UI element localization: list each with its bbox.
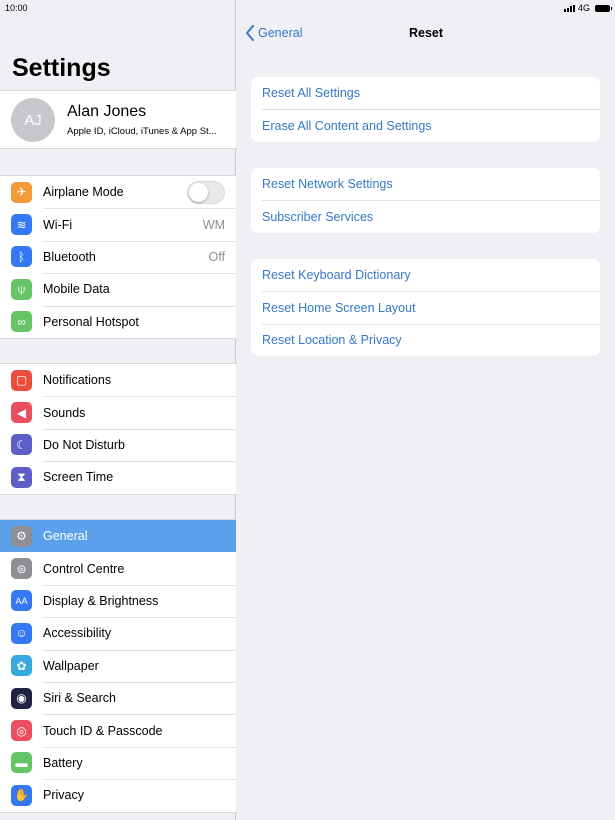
sidebar-item-bluetooth[interactable]: ᛒ Bluetooth Off	[0, 240, 236, 273]
reset-all-settings-button[interactable]: Reset All Settings	[251, 77, 600, 109]
sidebar-item-mobile-data[interactable]: ⍦ Mobile Data	[0, 273, 236, 305]
reset-network-settings-button[interactable]: Reset Network Settings	[251, 168, 600, 200]
page-title: Settings	[12, 54, 111, 82]
status-bar: 10:00 4G	[0, 0, 615, 16]
settings-sidebar: Settings AJ Alan Jones Apple ID, iCloud,…	[0, 0, 236, 820]
sidebar-item-label: Personal Hotspot	[43, 314, 139, 329]
status-time: 10:00	[5, 3, 28, 13]
sidebar-item-label: Screen Time	[43, 470, 114, 485]
sidebar-item-personal-hotspot[interactable]: ∞ Personal Hotspot	[0, 305, 236, 338]
status-indicators: 4G	[563, 3, 612, 13]
network-type: 4G	[577, 3, 590, 13]
battery-icon: ▬	[11, 752, 32, 774]
sidebar-item-label: Bluetooth	[43, 249, 96, 264]
sidebar-item-control-centre[interactable]: ⊜ Control Centre	[0, 552, 236, 584]
siri-icon: ◉	[11, 687, 32, 709]
reset-group-2: Reset Network Settings Subscriber Servic…	[251, 168, 600, 233]
sidebar-item-sounds[interactable]: ◀ Sounds	[0, 396, 236, 428]
subscriber-services-button[interactable]: Subscriber Services	[251, 200, 600, 232]
airplane-icon: ✈	[11, 181, 32, 203]
sidebar-item-label: Mobile Data	[43, 282, 110, 297]
sidebar-item-label: Airplane Mode	[43, 185, 124, 200]
switches-icon: ⊜	[11, 558, 32, 580]
sidebar-item-wi-fi[interactable]: ≋ Wi-Fi WM	[0, 208, 236, 240]
sidebar-item-label: Wi-Fi	[43, 217, 73, 232]
airplane-mode-toggle[interactable]	[187, 180, 225, 204]
sidebar-item-label: Accessibility	[43, 626, 112, 641]
sidebar-item-label: Siri & Search	[43, 691, 116, 706]
sidebar-item-accessibility[interactable]: ☺ Accessibility	[0, 617, 236, 649]
sidebar-item-label: Do Not Disturb	[43, 437, 125, 452]
sidebar-item-touch-id-and-passcode[interactable]: ◎ Touch ID & Passcode	[0, 714, 236, 746]
sidebar-group-notifications: ▢ Notifications ◀ Sounds ☾ Do Not Disturb ⧗ Scr…	[0, 363, 236, 495]
bluetooth-icon: ᛒ	[11, 246, 32, 268]
reset-keyboard-dictionary-button[interactable]: Reset Keyboard Dictionary	[251, 259, 600, 291]
erase-all-content-button[interactable]: Erase All Content and Settings	[251, 109, 600, 141]
sidebar-item-label: Notifications	[43, 373, 112, 388]
sidebar-item-do-not-disturb[interactable]: ☾ Do Not Disturb	[0, 428, 236, 461]
sidebar-item-label: Privacy	[43, 788, 84, 803]
sidebar-item-wallpaper[interactable]: ✿ Wallpaper	[0, 649, 236, 682]
sidebar-item-label: Display & Brightness	[43, 593, 159, 608]
sidebar-item-general[interactable]: ⚙ General	[0, 520, 236, 553]
profile-name: Alan Jones	[67, 103, 147, 120]
reset-home-screen-layout-button[interactable]: Reset Home Screen Layout	[251, 291, 600, 323]
avatar: AJ	[11, 98, 55, 142]
notifications-icon: ▢	[11, 369, 32, 391]
sidebar-item-label: Control Centre	[43, 561, 125, 576]
text-size-icon: AA	[11, 590, 32, 612]
speaker-icon: ◀	[11, 402, 32, 424]
hourglass-icon: ⧗	[11, 466, 32, 488]
sidebar-group-connectivity: ✈ Airplane Mode ≋ Wi-Fi WM ᛒ Bluetooth Off ⍦ Mobi…	[0, 175, 236, 339]
flower-icon: ✿	[11, 655, 32, 677]
moon-icon: ☾	[11, 434, 32, 456]
navigation-bar: General Reset	[237, 16, 615, 50]
sidebar-item-screen-time[interactable]: ⧗ Screen Time	[0, 461, 236, 493]
profile-subtitle: Apple ID, iCloud, iTunes & App St...	[67, 126, 217, 137]
reset-group-1: Reset All Settings Erase All Content and…	[251, 77, 600, 142]
sidebar-item-privacy[interactable]: ✋ Privacy	[0, 779, 236, 811]
sidebar-item-label: Touch ID & Passcode	[43, 723, 163, 738]
sidebar-item-value: WM	[202, 217, 225, 232]
battery-status-icon	[595, 4, 612, 12]
apple-id-profile[interactable]: AJ Alan Jones Apple ID, iCloud, iTunes &…	[0, 90, 236, 149]
sidebar-item-label: General	[43, 529, 88, 544]
wifi-icon: ≋	[11, 214, 32, 236]
sidebar-item-siri-and-search[interactable]: ◉ Siri & Search	[0, 681, 236, 714]
hand-icon: ✋	[11, 784, 32, 806]
reset-detail-pane: General Reset Reset All Settings Erase A…	[237, 0, 615, 820]
sidebar-item-display-and-brightness[interactable]: AA Display & Brightness	[0, 584, 236, 617]
sidebar-item-label: Wallpaper	[43, 658, 99, 673]
fingerprint-icon: ◎	[11, 720, 32, 742]
sidebar-item-label: Battery	[43, 755, 83, 770]
gear-icon: ⚙	[11, 525, 32, 547]
sidebar-group-general: ⚙ General ⊜ Control Centre AA Display & Brigh…	[0, 519, 236, 813]
reset-location-privacy-button[interactable]: Reset Location & Privacy	[251, 323, 600, 356]
reset-group-3: Reset Keyboard Dictionary Reset Home Scr…	[251, 259, 600, 357]
sidebar-item-airplane-mode[interactable]: ✈ Airplane Mode	[0, 176, 236, 208]
hotspot-icon: ∞	[11, 311, 32, 333]
sidebar-item-notifications[interactable]: ▢ Notifications	[0, 364, 236, 396]
accessibility-icon: ☺	[11, 622, 32, 644]
sidebar-item-battery[interactable]: ▬ Battery	[0, 746, 236, 779]
antenna-icon: ⍦	[11, 278, 32, 300]
signal-icon	[563, 4, 575, 12]
sidebar-item-value: Off	[208, 249, 225, 264]
sidebar-item-label: Sounds	[43, 405, 86, 420]
nav-title: Reset	[408, 26, 444, 40]
